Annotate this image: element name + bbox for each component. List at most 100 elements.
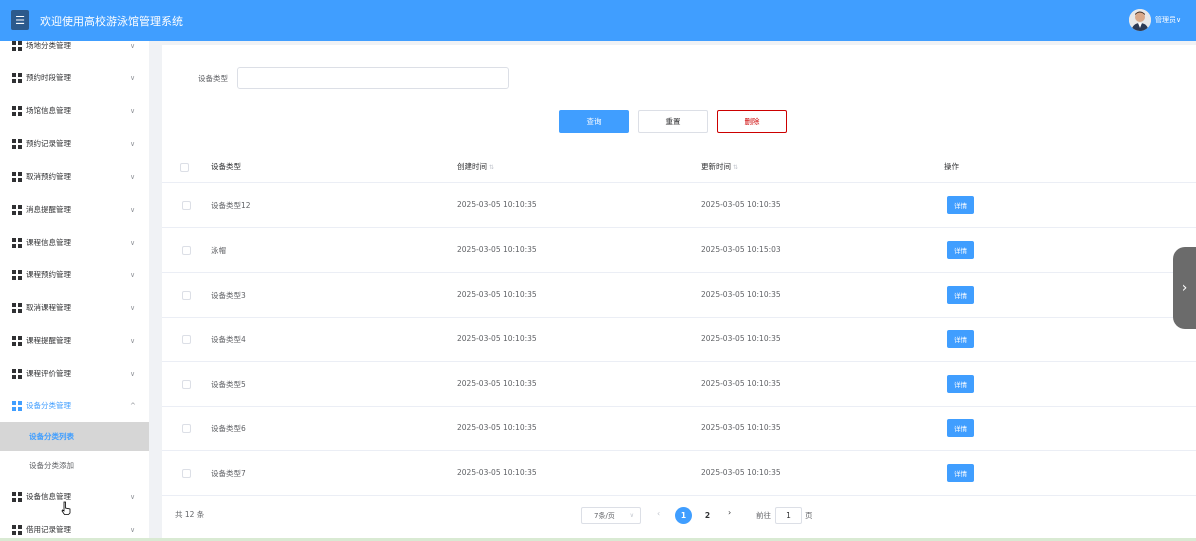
detail-button[interactable]: 详情 [947,286,974,304]
select-all-checkbox[interactable] [180,163,189,172]
sidebar-subitem-label: 设备分类添加 [29,461,74,470]
cell-type: 设备类型7 [211,469,246,478]
sidebar-item-label: 课程信息管理 [26,238,71,247]
chevron-down-icon: ∨ [130,139,136,148]
row-checkbox[interactable] [182,246,191,255]
page-size-select[interactable]: 7条/页 ∨ [581,507,641,524]
cell-created: 2025-03-05 10:10:35 [457,245,537,254]
row-checkbox[interactable] [182,291,191,300]
sidebar-item-course-reminder[interactable]: 课程提醒管理 ∨ [0,324,149,357]
chevron-down-icon: ∨ [130,238,136,247]
table-row: 设备类型5 2025-03-05 10:10:35 2025-03-05 10:… [162,362,1196,407]
table-row: 设备类型3 2025-03-05 10:10:35 2025-03-05 10:… [162,273,1196,318]
grid-icon [12,72,22,83]
row-checkbox[interactable] [182,469,191,478]
sidebar-item-borrow-record[interactable]: 借用记录管理 ∨ [0,513,149,541]
sidebar-item-venue-category[interactable]: 场地分类管理 ∨ [0,41,149,62]
grid-icon [12,491,22,502]
cell-updated: 2025-03-05 10:10:35 [701,423,781,432]
admin-menu[interactable]: 管理员∨ [1155,15,1181,25]
detail-button[interactable]: 详情 [947,241,974,259]
table-header: 设备类型 创建时间 ⇅ 更新时间 ⇅ 操作 [162,151,1196,183]
grid-icon [12,302,22,313]
query-button[interactable]: 查询 [559,110,629,133]
grid-icon [12,237,22,248]
sidebar-item-message-reminder[interactable]: 消息提醒管理 ∨ [0,193,149,226]
menu-toggle-button[interactable]: ☰ [11,10,29,30]
cell-type: 设备类型12 [211,201,251,210]
table-row: 设备类型4 2025-03-05 10:10:35 2025-03-05 10:… [162,317,1196,362]
sidebar-item-label: 课程评价管理 [26,369,71,378]
detail-button[interactable]: 详情 [947,375,974,393]
row-checkbox[interactable] [182,380,191,389]
sidebar-item-cancel-booking[interactable]: 取消预约管理 ∨ [0,160,149,193]
avatar-image [1129,9,1151,31]
detail-button[interactable]: 详情 [947,419,974,437]
hand-cursor-icon [61,501,71,515]
sidebar-item-label: 预约时段管理 [26,73,71,82]
row-checkbox[interactable] [182,201,191,210]
chevron-down-icon: ∨ [130,336,136,345]
next-page-button[interactable]: › [728,508,731,517]
detail-button[interactable]: 详情 [947,330,974,348]
column-header-created[interactable]: 创建时间 ⇅ [457,161,494,172]
reset-button[interactable]: 重置 [638,110,708,133]
avatar[interactable] [1129,9,1151,31]
sidebar-subitem-equipment-category-list[interactable]: 设备分类列表 [0,422,149,451]
row-checkbox[interactable] [182,424,191,433]
total-count: 共 12 条 [175,510,205,519]
admin-name-label: 管理员 [1155,16,1176,24]
column-header-actions: 操作 [944,162,959,171]
sidebar-subitem-label: 设备分类列表 [29,432,74,441]
sidebar: 场地分类管理 ∨ 预约时段管理 ∨ 场馆信息管理 ∨ 预约记录管理 ∨ 取消预约… [0,41,149,541]
sidebar-item-booking-record[interactable]: 预约记录管理 ∨ [0,127,149,160]
sidebar-item-course-booking[interactable]: 课程预约管理 ∨ [0,258,149,291]
grid-icon [12,41,22,51]
chevron-down-icon: ∨ [130,205,136,214]
page-1-button[interactable]: 1 [675,507,692,524]
sidebar-item-label: 借用记录管理 [26,525,71,534]
sidebar-item-cancel-course[interactable]: 取消课程管理 ∨ [0,291,149,324]
row-checkbox[interactable] [182,335,191,344]
grid-icon [12,204,22,215]
main-panel: 设备类型 查询 重置 删除 设备类型 创建时间 ⇅ 更新时间 ⇅ 操作 设备类型12… [162,45,1196,538]
page-size-value: 7条/页 [594,511,615,520]
sidebar-item-course-review[interactable]: 课程评价管理 ∨ [0,357,149,390]
cell-updated: 2025-03-05 10:10:35 [701,290,781,299]
delete-button[interactable]: 删除 [717,110,787,133]
sidebar-subitem-equipment-category-add[interactable]: 设备分类添加 [0,451,149,480]
chevron-down-icon: ∨ [130,303,136,312]
sort-icon: ⇅ [489,164,495,171]
sidebar-item-booking-slot[interactable]: 预约时段管理 ∨ [0,61,149,94]
table-row: 设备类型12 2025-03-05 10:10:35 2025-03-05 10… [162,183,1196,228]
column-header-type: 设备类型 [211,162,241,171]
cell-updated: 2025-03-05 10:10:35 [701,200,781,209]
sidebar-item-equipment-category[interactable]: 设备分类管理 ^ [0,389,149,422]
column-header-updated[interactable]: 更新时间 ⇅ [701,161,738,172]
sidebar-item-equipment-info[interactable]: 设备信息管理 ∨ [0,480,149,513]
sidebar-item-venue-info[interactable]: 场馆信息管理 ∨ [0,94,149,127]
cell-created: 2025-03-05 10:10:35 [457,200,537,209]
cell-updated: 2025-03-05 10:10:35 [701,468,781,477]
cell-created: 2025-03-05 10:10:35 [457,290,537,299]
detail-button[interactable]: 详情 [947,196,974,214]
detail-button[interactable]: 详情 [947,464,974,482]
cell-updated: 2025-03-05 10:10:35 [701,379,781,388]
side-panel-toggle[interactable]: › [1173,247,1196,329]
cell-type: 设备类型5 [211,380,246,389]
chevron-down-icon: ∨ [130,73,136,82]
sidebar-item-course-info[interactable]: 课程信息管理 ∨ [0,226,149,259]
grid-icon [12,138,22,149]
column-header-label: 更新时间 [701,162,731,171]
chevron-down-icon: ∨ [130,270,136,279]
sidebar-item-label: 设备分类管理 [26,401,71,410]
grid-icon [12,368,22,379]
goto-page-input[interactable]: 1 [775,507,802,524]
chevron-right-icon: › [1181,280,1188,296]
grid-icon [12,269,22,280]
table-row: 设备类型7 2025-03-05 10:10:35 2025-03-05 10:… [162,451,1196,496]
equipment-type-input[interactable] [237,67,509,89]
page-2-button[interactable]: 2 [699,507,716,524]
chevron-down-icon: ∨ [130,172,136,181]
prev-page-button[interactable]: ‹ [657,509,660,518]
